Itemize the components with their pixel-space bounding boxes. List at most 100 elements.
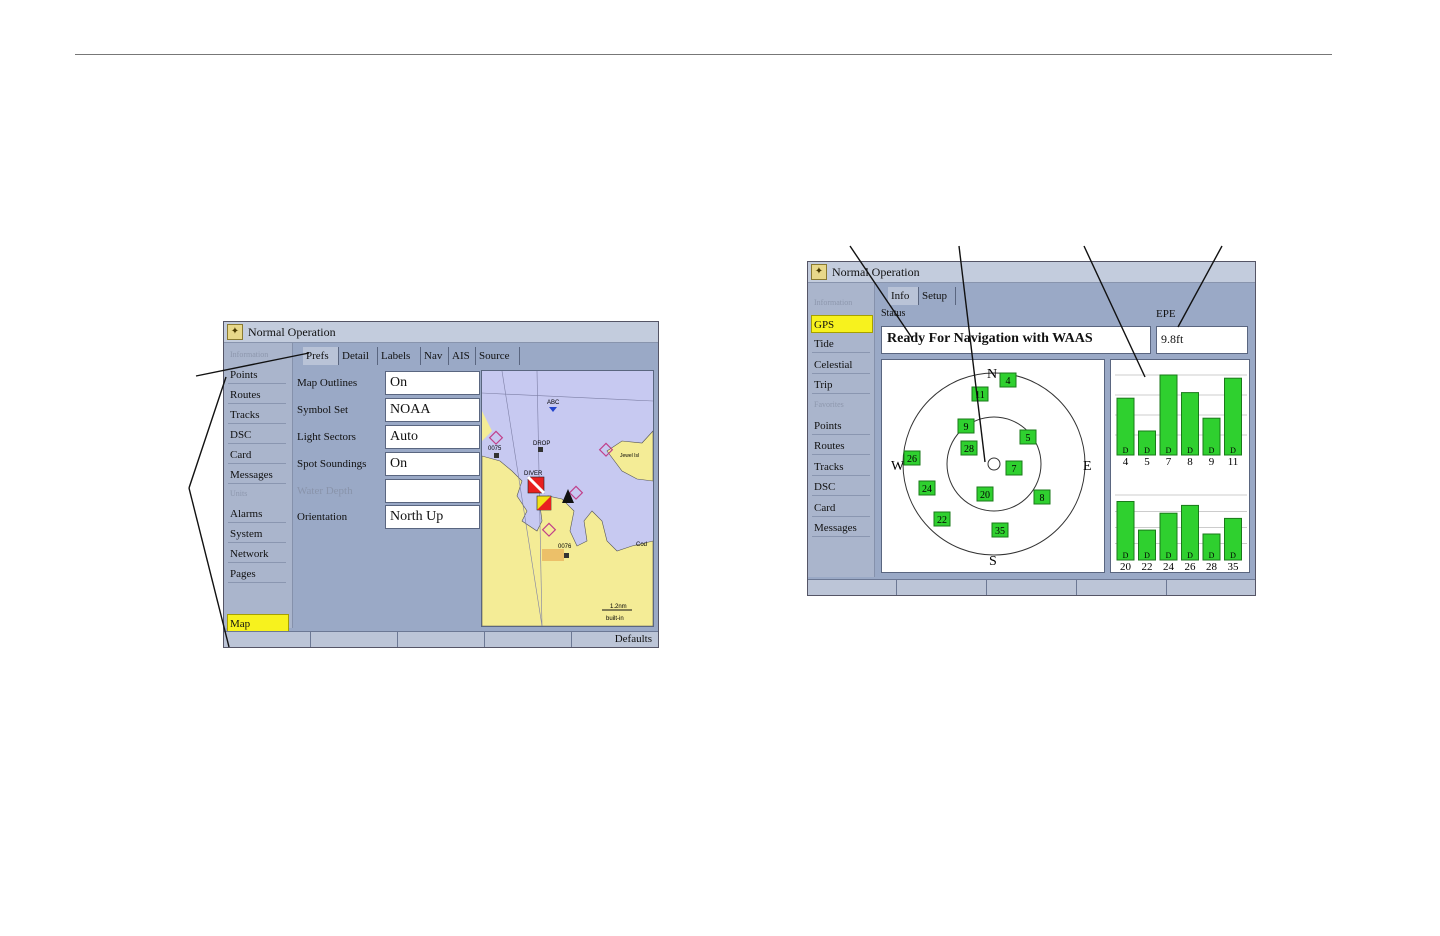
sidebar-item-network[interactable]: Network — [228, 545, 286, 563]
field-map-outlines[interactable]: On — [385, 371, 480, 395]
softkey-1[interactable] — [808, 580, 897, 595]
satellite-number-7: 7 — [1012, 464, 1017, 475]
softkey-bar — [808, 579, 1255, 595]
page-top-rule — [75, 54, 1332, 55]
sidebar-item-trip[interactable]: Trip — [812, 376, 870, 394]
tab-detail[interactable]: Detail — [339, 347, 378, 365]
sidebar-item-messages[interactable]: Messages — [812, 519, 870, 537]
satellite-number-9: 9 — [964, 422, 969, 433]
signal-sat-label-5: 5 — [1144, 456, 1150, 468]
defaults-button[interactable]: Defaults — [572, 632, 658, 647]
softkey-2[interactable] — [897, 580, 987, 595]
tab-bar: Prefs Detail Labels Nav AIS Source — [303, 347, 523, 365]
sidebar-item-messages[interactable]: Messages — [228, 466, 286, 484]
sidebar-item-map[interactable]: Map — [227, 614, 289, 632]
sidebar-item-gps[interactable]: GPS — [811, 315, 873, 333]
sidebar-item-card[interactable]: Card — [812, 499, 870, 517]
epe-label: EPE — [1156, 308, 1176, 320]
tab-prefs[interactable]: Prefs — [303, 347, 339, 365]
app-icon: ✦ — [811, 264, 827, 280]
satellite-number-35: 35 — [995, 526, 1005, 537]
map-source-label: built-in — [606, 616, 624, 622]
satellite-markers: 4 11 9 28 5 26 7 24 20 8 22 35 — [903, 372, 1051, 538]
softkey-3[interactable] — [987, 580, 1077, 595]
field-orientation[interactable]: North Up — [385, 505, 480, 529]
satellite-number-28: 28 — [964, 444, 974, 455]
tab-ais[interactable]: AIS — [449, 347, 476, 365]
label-map-outlines: Map Outlines — [297, 377, 358, 389]
satellite-number-8: 8 — [1040, 493, 1045, 504]
signal-bar-7 — [1159, 374, 1178, 456]
sidebar-item-dsc[interactable]: DSC — [812, 478, 870, 496]
signal-sat-label-24: 24 — [1163, 561, 1175, 573]
sidebar-item-system[interactable]: System — [228, 525, 286, 543]
sidebar-item-card[interactable]: Card — [228, 446, 286, 464]
signal-flag-20: D — [1123, 551, 1129, 560]
softkey-1[interactable] — [224, 632, 311, 647]
signal-sat-label-4: 4 — [1123, 456, 1129, 468]
waypoint-0076 — [564, 553, 569, 558]
compass-east: E — [1083, 459, 1092, 474]
map-label-jewel: Jewel Isl — [620, 453, 639, 459]
signal-sat-label-7: 7 — [1166, 456, 1172, 468]
window-title: Normal Operation — [248, 325, 336, 339]
softkey-bar: Defaults — [224, 631, 658, 647]
sky-view: N S E W 4 11 9 28 5 26 7 24 20 8 22 35 — [881, 359, 1105, 573]
sidebar-item-alarms[interactable]: Alarms — [228, 505, 286, 523]
label-spot-soundings: Spot Soundings — [297, 458, 367, 470]
compass-north: N — [987, 367, 997, 382]
signal-sat-label-11: 11 — [1228, 456, 1239, 468]
signal-flag-28: D — [1209, 551, 1215, 560]
sidebar-item-tide[interactable]: Tide — [812, 335, 870, 353]
sidebar-header-units: Units — [230, 489, 248, 498]
sidebar-item-routes[interactable]: Routes — [228, 386, 286, 404]
status-label: Status — [881, 308, 906, 319]
tab-bar: Info Setup — [888, 287, 968, 305]
satellite-number-24: 24 — [922, 484, 932, 495]
sidebar-item-points[interactable]: Points — [812, 417, 870, 435]
map-label-drop: DROP — [533, 441, 550, 447]
tab-source[interactable]: Source — [476, 347, 520, 365]
sidebar-item-dsc[interactable]: DSC — [228, 426, 286, 444]
signal-sat-label-20: 20 — [1120, 561, 1132, 573]
softkey-5[interactable] — [1167, 580, 1255, 595]
softkey-4[interactable] — [1077, 580, 1167, 595]
satellite-number-5: 5 — [1026, 433, 1031, 444]
signal-bar-11 — [1224, 377, 1242, 456]
signal-bars-bottom: D20D22D24D26D28D35 — [1115, 494, 1247, 573]
signal-sat-label-8: 8 — [1187, 456, 1193, 468]
sidebar-header-information: Information — [230, 350, 269, 359]
field-light-sectors[interactable]: Auto — [385, 425, 480, 449]
tab-info[interactable]: Info — [888, 287, 919, 305]
sidebar-item-celestial[interactable]: Celestial — [812, 356, 870, 374]
sidebar-header-information: Information — [814, 298, 853, 307]
epe-field: 9.8ft — [1156, 326, 1248, 354]
window-title: Normal Operation — [832, 265, 920, 279]
label-orientation: Orientation — [297, 511, 348, 523]
satellite-number-11: 11 — [975, 390, 985, 401]
sidebar-item-pages[interactable]: Pages — [228, 565, 286, 583]
tab-setup[interactable]: Setup — [919, 287, 956, 305]
gps-info-screen: ✦ Normal Operation Information GPS Tide … — [807, 261, 1256, 596]
tab-nav[interactable]: Nav — [421, 347, 449, 365]
softkey-4[interactable] — [485, 632, 572, 647]
label-light-sectors: Light Sectors — [297, 431, 356, 443]
chart-map: ABC 0075 DROP DIVER 0076 Jewel Isl Cod 1… — [482, 371, 653, 626]
sidebar-item-routes[interactable]: Routes — [812, 437, 870, 455]
field-water-depth[interactable] — [385, 479, 480, 503]
softkey-2[interactable] — [311, 632, 398, 647]
softkey-3[interactable] — [398, 632, 485, 647]
signal-sat-label-35: 35 — [1228, 561, 1240, 573]
field-symbol-set[interactable]: NOAA — [385, 398, 480, 422]
sidebar-item-tracks[interactable]: Tracks — [228, 406, 286, 424]
sidebar-item-points[interactable]: Points — [228, 366, 286, 384]
title-bar: ✦ Normal Operation — [224, 322, 658, 343]
signal-flag-35: D — [1230, 551, 1236, 560]
label-symbol-set: Symbol Set — [297, 404, 349, 416]
field-spot-soundings[interactable]: On — [385, 452, 480, 476]
tab-labels[interactable]: Labels — [378, 347, 421, 365]
sidebar-item-tracks[interactable]: Tracks — [812, 458, 870, 476]
sidebar: Information Points Routes Tracks DSC Car… — [224, 343, 293, 632]
signal-flag-24: D — [1166, 551, 1172, 560]
map-setup-screen: ✦ Normal Operation Information Points Ro… — [223, 321, 659, 648]
